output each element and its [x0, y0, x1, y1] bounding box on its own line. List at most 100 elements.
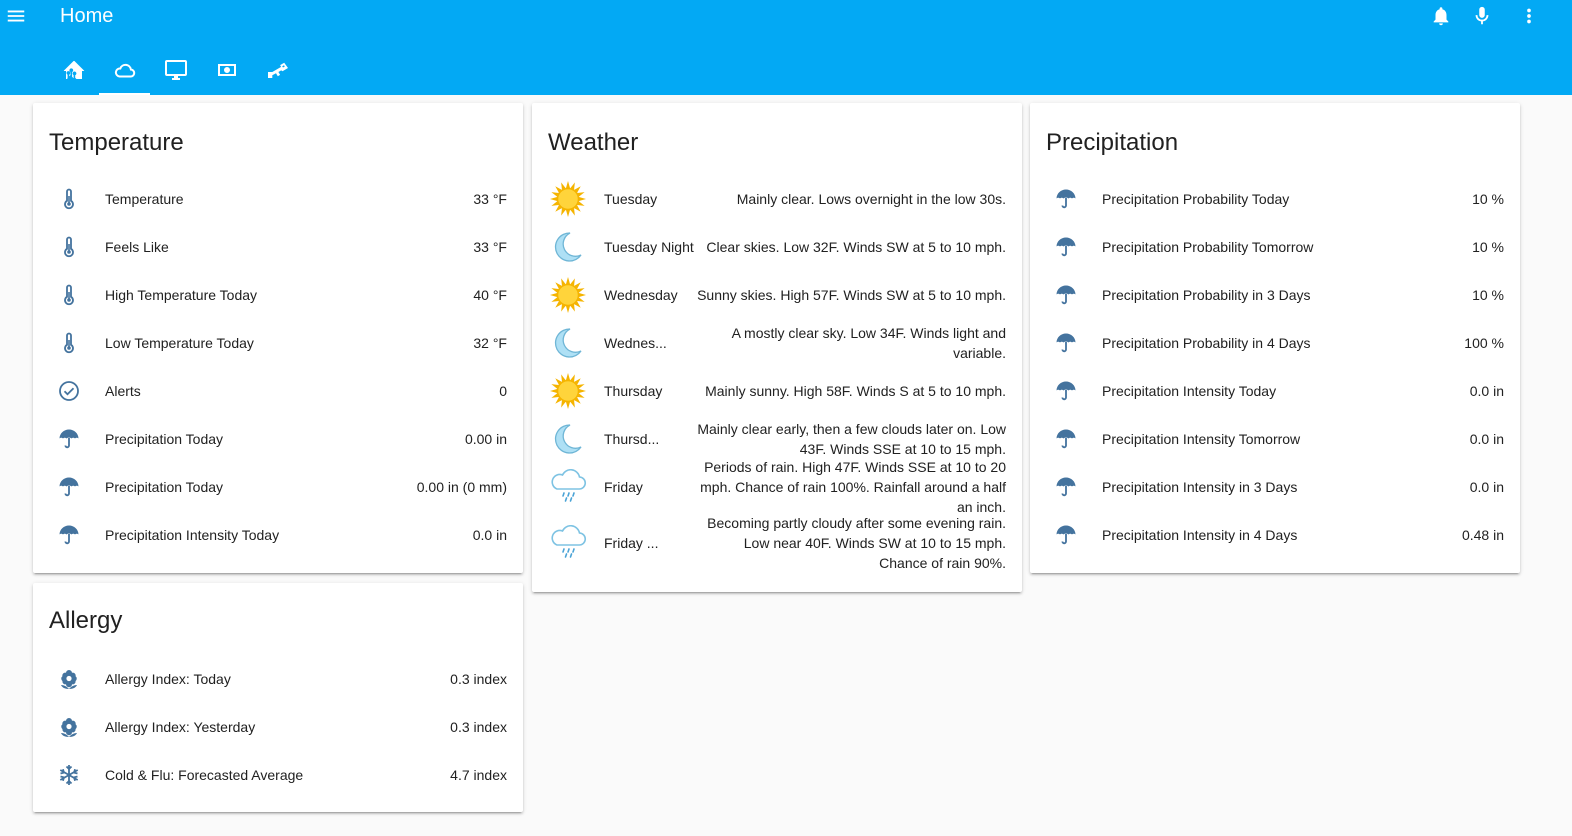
- entity-state: 0.0 in: [1469, 479, 1504, 495]
- microphone-icon: [1475, 6, 1489, 25]
- entity-state: 0.3 index: [450, 671, 507, 687]
- entity-name: High Temperature Today: [105, 287, 258, 303]
- tab-security[interactable]: [252, 50, 303, 95]
- forecast-row[interactable]: Wednesday Sunny skies. High 57F. Winds SW…: [532, 271, 1022, 319]
- entity-state: 0.0 in: [1469, 431, 1504, 447]
- bell-icon: [1433, 7, 1449, 26]
- sensor-row[interactable]: Precipitation Intensity Today 0.0 in: [1030, 367, 1520, 415]
- entity-state: 100 %: [1464, 335, 1504, 351]
- umbrella-icon: [1046, 275, 1086, 315]
- thermometer-icon: [49, 323, 89, 363]
- monitor-icon: [164, 60, 187, 80]
- more-vertical-icon: [1527, 8, 1531, 24]
- forecast-row[interactable]: Tuesday Mainly clear. Lows overnight in t…: [532, 175, 1022, 223]
- entity-state: 33 °F: [473, 239, 507, 255]
- forecast-text: Mainly clear early, then a few clouds la…: [697, 421, 1006, 457]
- sensor-row[interactable]: High Temperature Today 40 °F: [33, 271, 523, 319]
- card-title: Temperature: [49, 129, 184, 156]
- entity-state: 0: [499, 383, 507, 399]
- forecast-row[interactable]: Thursday Mainly sunny. High 58F. Winds S …: [532, 367, 1022, 415]
- sensor-row[interactable]: Precipitation Probability in 3 Days 10 %: [1030, 271, 1520, 319]
- forecast-text: Periods of rain. High 47F. Winds SSE at …: [700, 459, 1006, 515]
- moon-icon: [548, 419, 588, 459]
- moon-icon: [548, 323, 588, 363]
- entity-name: Precipitation Intensity in 3 Days: [1102, 479, 1298, 495]
- entity-state: 32 °F: [473, 335, 507, 351]
- entity-name: Precipitation Probability Tomorrow: [1102, 239, 1314, 255]
- sensor-row[interactable]: Precipitation Probability Tomorrow 10 %: [1030, 223, 1520, 271]
- entity-name: Cold & Flu: Forecasted Average: [105, 767, 304, 783]
- voice-button[interactable]: [1469, 3, 1495, 29]
- app-toolbar: Home: [0, 0, 1572, 95]
- forecast-day: Thursd...: [604, 431, 660, 447]
- sensor-row[interactable]: Precipitation Intensity Tomorrow 0.0 in: [1030, 415, 1520, 463]
- thermometer-icon: [49, 227, 89, 267]
- sensor-row[interactable]: Alerts 0: [33, 367, 523, 415]
- forecast-text: Clear skies. Low 32F. Winds SW at 5 to 1…: [706, 239, 1006, 255]
- home-assistant-icon: [63, 60, 84, 79]
- entity-state: 0.00 in (0 mm): [416, 479, 507, 495]
- umbrella-icon: [1046, 467, 1086, 507]
- thermometer-icon: [49, 179, 89, 219]
- umbrella-icon: [49, 419, 89, 459]
- sensor-row[interactable]: Feels Like 33 °F: [33, 223, 523, 271]
- forecast-day: Friday ...: [604, 535, 659, 551]
- thermometer-icon: [49, 275, 89, 315]
- sensor-row[interactable]: Low Temperature Today 32 °F: [33, 319, 523, 367]
- entity-name: Precipitation Intensity Today: [105, 527, 280, 543]
- tab-home[interactable]: [48, 50, 99, 95]
- sensor-row[interactable]: Precipitation Today 0.00 in: [33, 415, 523, 463]
- page-title: Home: [60, 5, 114, 27]
- sensor-row[interactable]: Precipitation Intensity in 4 Days 0.48 in: [1030, 511, 1520, 559]
- sensor-row[interactable]: Allergy Index: Yesterday 0.3 index: [33, 703, 523, 751]
- entity-state: 0.3 index: [450, 719, 507, 735]
- forecast-day: Tuesday: [604, 191, 658, 207]
- overflow-menu-button[interactable]: [1516, 3, 1542, 29]
- entity-state: 4.7 index: [450, 767, 507, 783]
- sensor-row[interactable]: Precipitation Intensity Today 0.0 in: [33, 511, 523, 559]
- forecast-row[interactable]: Thursd... Mainly clear early, then a few …: [532, 415, 1022, 463]
- entity-state: 0.48 in: [1461, 527, 1504, 543]
- tab-weather[interactable]: [99, 50, 150, 95]
- entity-name: Precipitation Probability in 3 Days: [1102, 287, 1311, 303]
- umbrella-icon: [1046, 227, 1086, 267]
- forecast-day: Friday: [604, 479, 643, 495]
- forecast-day: Wednes...: [604, 335, 667, 351]
- entity-state: 10 %: [1472, 287, 1504, 303]
- umbrella-icon: [1046, 371, 1086, 411]
- allergy-card: Allergy Allergy Index: Today 0.3 index All…: [33, 583, 523, 812]
- sensor-row[interactable]: Allergy Index: Today 0.3 index: [33, 655, 523, 703]
- card-title: Allergy: [49, 607, 123, 634]
- sensor-row[interactable]: Precipitation Probability Today 10 %: [1030, 175, 1520, 223]
- sensor-row[interactable]: Precipitation Probability in 4 Days 100 %: [1030, 319, 1520, 367]
- entity-name: Feels Like: [105, 239, 169, 255]
- sensor-row[interactable]: Temperature 33 °F: [33, 175, 523, 223]
- card-title: Precipitation: [1046, 129, 1179, 156]
- forecast-row[interactable]: Friday Periods of rain. High 47F. Winds S…: [532, 459, 1022, 515]
- entity-name: Precipitation Intensity Today: [1102, 383, 1277, 399]
- entity-name: Precipitation Today: [105, 431, 224, 447]
- forecast-text: Becoming partly cloudy after some evenin…: [707, 515, 1006, 571]
- umbrella-icon: [49, 467, 89, 507]
- notifications-button[interactable]: [1428, 3, 1454, 29]
- umbrella-icon: [1046, 515, 1086, 555]
- entity-name: Alerts: [105, 383, 141, 399]
- entity-name: Precipitation Probability Today: [1102, 191, 1290, 207]
- snowflake-icon: [49, 755, 89, 795]
- entity-state: 0.00 in: [464, 431, 507, 447]
- tab-finance[interactable]: [201, 50, 252, 95]
- forecast-row[interactable]: Tuesday Night Clear skies. Low 32F. Winds…: [532, 223, 1022, 271]
- sensor-row[interactable]: Precipitation Intensity in 3 Days 0.0 in: [1030, 463, 1520, 511]
- moon-icon: [548, 227, 588, 267]
- entity-name: Allergy Index: Yesterday: [105, 719, 256, 735]
- forecast-row[interactable]: Friday ... Becoming partly cloudy after s…: [532, 511, 1022, 575]
- tab-media[interactable]: [150, 50, 201, 95]
- sensor-row[interactable]: Cold & Flu: Forecasted Average 4.7 index: [33, 751, 523, 799]
- sensor-row[interactable]: Precipitation Today 0.00 in (0 mm): [33, 463, 523, 511]
- rain-cloud-icon: [548, 467, 588, 507]
- flower-icon: [49, 659, 89, 699]
- precipitation-card: Precipitation Precipitation Probability …: [1030, 103, 1520, 573]
- cctv-icon: [267, 62, 288, 78]
- forecast-row[interactable]: Wednes... A mostly clear sky. Low 34F. Wi…: [532, 319, 1022, 367]
- menu-button[interactable]: [4, 4, 28, 28]
